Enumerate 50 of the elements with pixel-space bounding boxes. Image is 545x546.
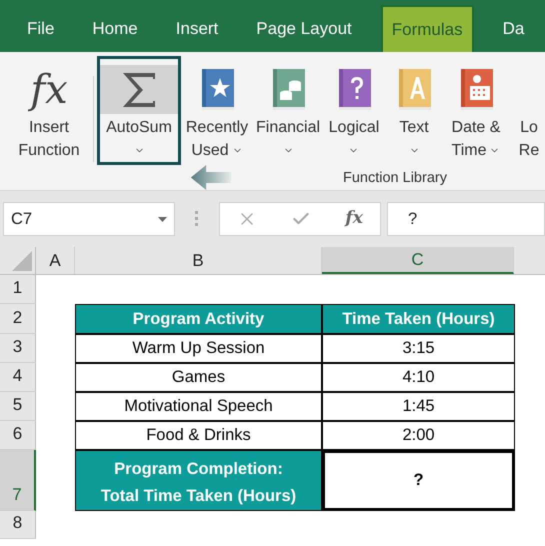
column-header[interactable]: C: [322, 247, 514, 274]
table-cell: Games: [75, 363, 322, 392]
ribbon-tab[interactable]: Formulas: [380, 5, 474, 52]
formula-field[interactable]: ?: [387, 202, 545, 236]
ribbon-button[interactable]: Financial: [253, 56, 323, 165]
insert-function-button[interactable]: fx: [345, 206, 363, 232]
ribbon-button[interactable]: Recently Used: [181, 56, 253, 165]
select-all-icon[interactable]: [12, 251, 32, 271]
star-book-icon: [200, 68, 234, 110]
ribbon-button[interactable]: Logical: [323, 56, 385, 165]
table-cell: 4:10: [322, 363, 515, 392]
ribbon-button[interactable]: Date & Time: [443, 56, 509, 165]
row-header[interactable]: 4: [0, 363, 36, 392]
name-box[interactable]: C7: [3, 202, 175, 236]
ribbon-tab[interactable]: Insert: [166, 5, 228, 52]
table-cell: Warm Up Session: [75, 334, 322, 363]
coins-book-icon: [271, 68, 305, 110]
group-label: Function Library: [343, 169, 447, 188]
sigma-icon: [121, 70, 157, 108]
ribbon-button[interactable]: AutoSum: [97, 56, 181, 165]
ribbon-tab[interactable]: Da: [494, 5, 534, 52]
table-cell: 2:00: [322, 421, 515, 450]
dropdown-caret-icon: [158, 216, 167, 222]
table-cell: 3:15: [322, 334, 515, 363]
row-header[interactable]: 3: [0, 334, 36, 363]
selected-cell[interactable]: ?: [322, 450, 515, 511]
table-cell: Motivational Speech: [75, 392, 322, 421]
total-label-cell: Program Completion: Total Time Taken (Hours): [75, 450, 322, 511]
row-header[interactable]: 1: [0, 275, 36, 304]
row-header[interactable]: 7: [0, 450, 36, 511]
table-cell: Food & Drinks: [75, 421, 322, 450]
ribbon-button[interactable]: Lo Re: [509, 56, 545, 165]
table-header-cell: Program Activity: [75, 304, 322, 334]
ribbon-button[interactable]: fx Insert Function: [8, 56, 90, 165]
grip-icon: [195, 211, 199, 227]
row-header[interactable]: 8: [0, 511, 36, 539]
question-book-icon: [337, 68, 371, 110]
table-header-cell: Time Taken (Hours): [322, 304, 515, 334]
row-header[interactable]: 2: [0, 304, 36, 334]
insert-function-icon: fx: [30, 66, 68, 112]
ribbon-tab[interactable]: Home: [83, 5, 147, 52]
ribbon-tab[interactable]: Page Layout: [247, 5, 361, 52]
letter-book-icon: [397, 68, 431, 110]
ribbon-button[interactable]: Text: [385, 56, 443, 165]
calendar-book-icon: [459, 68, 493, 110]
ribbon-tab[interactable]: File: [18, 5, 64, 52]
row-header[interactable]: 6: [0, 421, 36, 450]
column-header[interactable]: A: [36, 247, 75, 274]
table-cell: 1:45: [322, 392, 515, 421]
row-header[interactable]: 5: [0, 392, 36, 421]
